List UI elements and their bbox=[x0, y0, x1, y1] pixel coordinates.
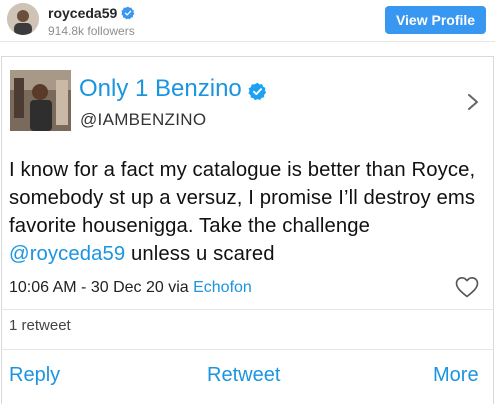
reply-button[interactable]: Reply bbox=[9, 364, 60, 387]
retweet-button[interactable]: Retweet bbox=[207, 364, 280, 387]
retweet-count[interactable]: 1 retweet bbox=[9, 317, 71, 334]
tweet-text: I know for a fact my catalogue is better… bbox=[9, 156, 489, 268]
verified-badge-icon bbox=[248, 80, 267, 100]
tweet-text-part2: unless u scared bbox=[125, 243, 275, 265]
tweet-display-name-text[interactable]: Only 1 Benzino bbox=[79, 75, 242, 103]
tweet-text-part1: I know for a fact my catalogue is better… bbox=[9, 159, 476, 237]
divider bbox=[1, 349, 494, 350]
instagram-username-text[interactable]: royceda59 bbox=[48, 5, 117, 21]
more-button[interactable]: More bbox=[433, 364, 479, 387]
heart-icon[interactable] bbox=[455, 276, 479, 298]
tweet-timestamp-text: 10:06 AM - 30 Dec 20 via bbox=[9, 279, 194, 296]
tweet-author-avatar[interactable] bbox=[10, 70, 71, 131]
instagram-username[interactable]: royceda59 bbox=[48, 5, 135, 21]
tweet-handle[interactable]: @IAMBENZINO bbox=[80, 110, 206, 130]
followers-count: 914.8k followers bbox=[48, 24, 135, 38]
view-profile-button[interactable]: View Profile bbox=[385, 6, 486, 34]
divider bbox=[1, 309, 494, 310]
verified-badge-icon bbox=[121, 6, 135, 20]
mention-link[interactable]: @royceda59 bbox=[9, 243, 125, 265]
tweet-display-name[interactable]: Only 1 Benzino bbox=[79, 75, 267, 103]
via-app-link[interactable]: Echofon bbox=[193, 279, 252, 296]
instagram-avatar[interactable] bbox=[7, 3, 39, 35]
chevron-right-icon[interactable] bbox=[466, 94, 480, 110]
header-divider bbox=[0, 41, 495, 42]
tweet-timestamp: 10:06 AM - 30 Dec 20 via Echofon bbox=[9, 279, 252, 297]
